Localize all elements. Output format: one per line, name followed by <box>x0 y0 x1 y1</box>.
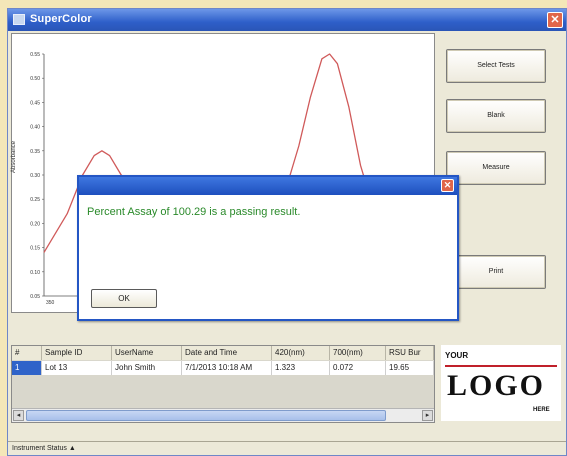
700nm-cell[interactable]: 0.072 <box>330 361 386 375</box>
blank-button[interactable]: Blank <box>446 99 546 133</box>
app-icon <box>13 14 25 25</box>
row-index-cell[interactable]: 1 <box>12 361 42 375</box>
status-icon[interactable]: ▲ <box>69 445 76 452</box>
dialog-title-bar[interactable]: ✕ <box>79 177 457 195</box>
y-tick-label: 0.10 <box>30 270 40 276</box>
420nm-cell[interactable]: 1.323 <box>272 361 330 375</box>
ok-button[interactable]: OK <box>91 289 157 308</box>
logo-your-text: YOUR <box>445 351 469 360</box>
column-header-date-time[interactable]: Date and Time <box>182 346 272 360</box>
scroll-thumb[interactable] <box>26 410 386 421</box>
logo-here-text: HERE <box>533 407 550 413</box>
measure-button[interactable]: Measure <box>446 151 546 185</box>
username-cell[interactable]: John Smith <box>112 361 182 375</box>
y-tick-label: 0.30 <box>30 173 40 179</box>
result-dialog: ✕ Percent Assay of 100.29 is a passing r… <box>77 175 459 321</box>
print-button[interactable]: Print <box>446 255 546 289</box>
y-tick-label: 0.40 <box>30 125 40 131</box>
logo-divider <box>445 365 557 367</box>
company-logo: YOUR LOGO HERE <box>441 345 561 421</box>
dialog-message: Percent Assay of 100.29 is a passing res… <box>87 206 301 218</box>
window-close-button[interactable]: ✕ <box>547 12 563 28</box>
dialog-close-button[interactable]: ✕ <box>441 179 454 192</box>
column-header-sample-id[interactable]: Sample ID <box>42 346 112 360</box>
select-tests-button[interactable]: Select Tests <box>446 49 546 83</box>
y-tick-label: 0.20 <box>30 221 40 227</box>
y-tick-label: 0.35 <box>30 149 40 155</box>
scroll-left-arrow-icon[interactable]: ◂ <box>13 410 24 421</box>
title-bar[interactable]: SuperColor ✕ <box>8 9 566 31</box>
y-tick-label: 0.45 <box>30 100 40 106</box>
y-tick-label: 0.55 <box>30 52 40 58</box>
logo-main-text: LOGO <box>447 369 546 402</box>
window-title: SuperColor <box>30 13 92 25</box>
scroll-right-arrow-icon[interactable]: ▸ <box>422 410 433 421</box>
x-tick-label: 350 <box>46 300 55 306</box>
column-header-rsu[interactable]: RSU Bur <box>386 346 434 360</box>
status-label: Instrument Status <box>12 445 67 452</box>
y-tick-label: 0.25 <box>30 197 40 203</box>
column-header-index[interactable]: # <box>12 346 42 360</box>
date-time-cell[interactable]: 7/1/2013 10:18 AM <box>182 361 272 375</box>
results-table: # Sample ID UserName Date and Time 420(n… <box>11 345 435 423</box>
horizontal-scrollbar[interactable]: ◂ ▸ <box>12 408 434 422</box>
y-tick-label: 0.50 <box>30 76 40 82</box>
column-header-700nm[interactable]: 700(nm) <box>330 346 386 360</box>
sample-id-cell[interactable]: Lot 13 <box>42 361 112 375</box>
column-header-420nm[interactable]: 420(nm) <box>272 346 330 360</box>
y-tick-label: 0.05 <box>30 294 40 300</box>
rsu-cell[interactable]: 19.65 <box>386 361 434 375</box>
y-tick-label: 0.15 <box>30 246 40 252</box>
status-bar: Instrument Status ▲ <box>8 441 566 455</box>
column-header-username[interactable]: UserName <box>112 346 182 360</box>
